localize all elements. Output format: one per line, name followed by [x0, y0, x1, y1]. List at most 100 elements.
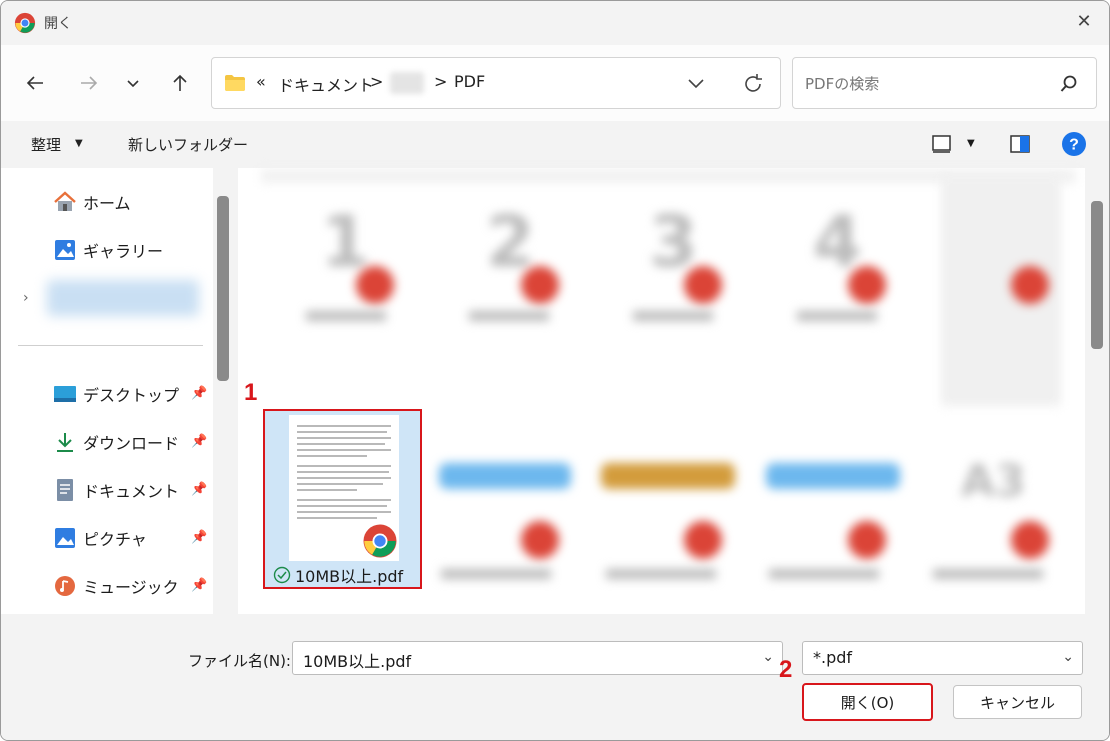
close-icon[interactable]: ✕ [1073, 11, 1095, 33]
sidebar-item-pictures[interactable]: ピクチャ [53, 522, 147, 554]
home-icon [53, 190, 77, 214]
file-name-text: 10MB以上.pdf [295, 567, 404, 586]
breadcrumb-separator: > [434, 72, 448, 91]
blurred-chrome-icon [848, 266, 886, 304]
sidebar-item-label: ホーム [83, 194, 131, 213]
help-icon[interactable]: ? [1061, 131, 1087, 157]
organize-dropdown-icon[interactable]: ▼ [75, 138, 83, 149]
music-icon [53, 574, 77, 598]
breadcrumb-documents[interactable]: ドキュメント [278, 72, 374, 96]
organize-button[interactable]: 整理 [31, 134, 61, 155]
sidebar-item-label: ミュージック [83, 578, 179, 597]
sidebar-item-label: デスクトップ [83, 386, 180, 405]
blurred-chrome-icon [356, 266, 394, 304]
pin-icon[interactable]: 📌 [191, 578, 207, 593]
sidebar-item-label: ドキュメント [83, 482, 180, 501]
blurred-chrome-icon [521, 266, 559, 304]
desktop-icon [53, 382, 77, 406]
chevron-down-icon[interactable]: ⌄ [1062, 649, 1074, 665]
blurred-chrome-icon [1011, 521, 1049, 559]
back-arrow-icon[interactable] [19, 67, 51, 99]
cancel-button[interactable]: キャンセル [953, 685, 1082, 719]
pin-icon[interactable]: 📌 [191, 530, 207, 545]
pin-icon[interactable]: 📌 [191, 386, 207, 401]
address-bar[interactable]: « ドキュメント > > PDF [211, 57, 781, 109]
blurred-chrome-icon [521, 521, 559, 559]
search-input[interactable]: PDFの検索 [792, 57, 1097, 109]
sidebar-item-label: ダウンロード [83, 434, 180, 453]
sidebar-item-documents[interactable]: ドキュメント [53, 474, 179, 506]
blurred-file-thumb[interactable] [601, 463, 735, 489]
file-name-input[interactable]: 10MB以上.pdf ⌄ [292, 641, 783, 675]
blurred-filename [769, 569, 879, 579]
blurred-filename [469, 311, 549, 321]
file-name-label: 10MB以上.pdf [273, 563, 403, 587]
file-name-value: 10MB以上.pdf [303, 652, 412, 671]
pictures-icon [53, 526, 77, 550]
new-folder-button[interactable]: 新しいフォルダー [128, 134, 248, 155]
search-icon[interactable] [1060, 75, 1078, 93]
sidebar-item-gallery[interactable]: ギャラリー [53, 234, 163, 266]
open-file-dialog: 開く ✕ « ドキュメント > > PDF PDFの検索 整理 ▼ 新しいフォル… [0, 0, 1110, 741]
navigation-pane: ホーム ギャラリー › デスクトップ 📌 ダウンロード 📌 ドキュメント 📌 ピ… [1, 168, 213, 614]
blurred-filename [306, 311, 386, 321]
blurred-filename [933, 569, 1043, 579]
file-name-label: ファイル名(N): [188, 652, 291, 670]
sidebar-item-blurred[interactable] [47, 280, 199, 316]
dialog-footer: ファイル名(N): 10MB以上.pdf ⌄ *.pdf ⌄ 2 開く(O) キ… [1, 614, 1109, 740]
chrome-icon [14, 12, 36, 34]
file-type-value: *.pdf [813, 648, 853, 667]
recent-locations-chevron-icon[interactable] [117, 67, 149, 99]
expand-chevron-icon[interactable]: › [23, 290, 29, 306]
chevron-down-icon[interactable]: ⌄ [762, 649, 774, 665]
search-placeholder: PDFの検索 [805, 75, 880, 93]
blurred-filename [633, 311, 713, 321]
command-toolbar: 整理 ▼ 新しいフォルダー ▼ ? [1, 121, 1109, 168]
sidebar-item-home[interactable]: ホーム [53, 186, 131, 218]
preview-pane-icon[interactable] [1009, 134, 1031, 154]
blurred-file-thumb[interactable] [439, 463, 571, 489]
blurred-file-thumb[interactable] [766, 463, 900, 489]
breadcrumb-pdf[interactable]: PDF [454, 72, 485, 91]
file-type-select[interactable]: *.pdf ⌄ [802, 641, 1083, 675]
blurred-filename [441, 569, 551, 579]
title-bar: 開く ✕ [1, 1, 1109, 45]
forward-arrow-icon[interactable] [73, 67, 105, 99]
blurred-chrome-icon [1011, 266, 1049, 304]
refresh-icon[interactable] [742, 73, 764, 95]
up-arrow-icon[interactable] [164, 67, 196, 99]
blurred-chrome-icon [848, 521, 886, 559]
content-scrollbar[interactable] [1091, 201, 1103, 349]
blurred-filename [606, 569, 716, 579]
navigation-bar: « ドキュメント > > PDF PDFの検索 [1, 45, 1109, 121]
step-marker-2: 2 [779, 656, 793, 683]
step-marker-1: 1 [244, 379, 258, 406]
blurred-chrome-icon [684, 521, 722, 559]
blurred-chrome-icon [684, 266, 722, 304]
breadcrumb-overflow[interactable]: « [256, 72, 266, 91]
view-mode-dropdown-icon[interactable]: ▼ [967, 138, 975, 149]
svg-text:?: ? [1069, 137, 1079, 154]
view-mode-icon[interactable] [931, 134, 953, 154]
sidebar-item-music[interactable]: ミュージック [53, 570, 179, 602]
documents-icon [53, 478, 77, 502]
file-item-selected[interactable]: 10MB以上.pdf [263, 409, 422, 589]
blurred-filename [797, 311, 877, 321]
sidebar-item-downloads[interactable]: ダウンロード [53, 426, 179, 458]
sidebar-divider [18, 345, 203, 346]
sidebar-item-label: ピクチャ [83, 530, 147, 549]
breadcrumb-blurred-folder[interactable] [390, 72, 424, 94]
sync-status-check-icon [273, 566, 291, 584]
sidebar-scrollbar[interactable] [217, 196, 229, 381]
blurred-file-thumb[interactable]: A3 [961, 456, 1026, 507]
chrome-icon [363, 524, 397, 558]
folder-icon [225, 75, 245, 91]
pin-icon[interactable]: 📌 [191, 434, 207, 449]
address-dropdown-chevron-icon[interactable] [688, 78, 704, 90]
pin-icon[interactable]: 📌 [191, 482, 207, 497]
gallery-icon [53, 238, 77, 262]
download-icon [53, 430, 77, 454]
sidebar-item-desktop[interactable]: デスクトップ [53, 378, 179, 410]
sidebar-item-label: ギャラリー [83, 242, 164, 261]
open-button[interactable]: 開く(O) [802, 683, 933, 721]
